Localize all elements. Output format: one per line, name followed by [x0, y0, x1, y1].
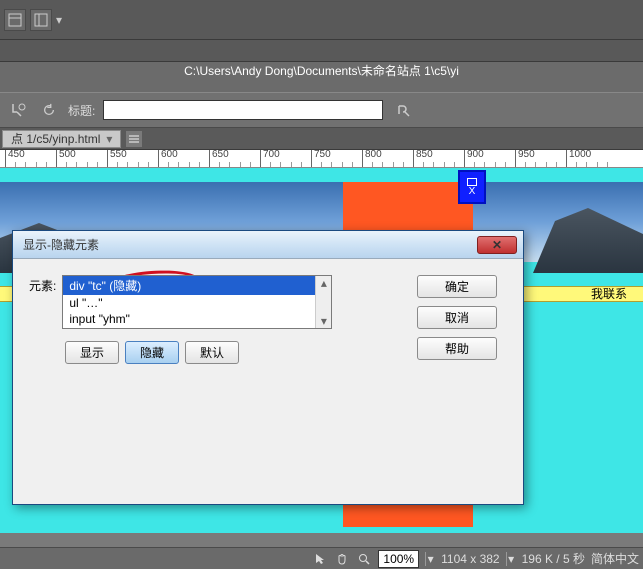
dims-dropdown-icon[interactable]: ▾ — [506, 552, 516, 566]
inspect-icon[interactable] — [8, 99, 30, 121]
contact-link[interactable]: 我联系 — [591, 286, 627, 302]
list-item[interactable]: input "yhm" — [63, 311, 331, 327]
tab-list-icon[interactable] — [125, 130, 143, 148]
layout-button-1[interactable] — [4, 9, 26, 31]
ok-button[interactable]: 确定 — [417, 275, 497, 298]
top-toolbar: ▾ — [0, 0, 643, 40]
scroll-down-icon[interactable]: ▾ — [316, 314, 331, 328]
close-icon: ✕ — [492, 238, 502, 252]
zoom-value[interactable]: 100% — [378, 550, 419, 568]
show-hide-dialog: 显示-隐藏元素 ✕ 元素: div "tc" (隐藏) ul "…" input… — [12, 230, 524, 505]
list-item[interactable]: input "mima" — [63, 327, 331, 329]
title-search-icon[interactable] — [395, 102, 411, 118]
horizontal-ruler: 4505005506006507007508008509009501000 — [0, 150, 643, 168]
title-input[interactable] — [103, 100, 383, 120]
dialog-title-text: 显示-隐藏元素 — [23, 236, 99, 253]
listbox-scrollbar[interactable]: ▴ ▾ — [315, 276, 331, 328]
scroll-up-icon[interactable]: ▴ — [316, 276, 331, 290]
pointer-icon[interactable] — [312, 551, 328, 567]
default-button[interactable]: 默认 — [185, 341, 239, 364]
ruler-tick: 1000 — [566, 150, 591, 168]
title-label: 标题: — [68, 102, 95, 119]
marker-x: X — [469, 188, 476, 196]
bottom-panel — [0, 533, 643, 547]
title-toolbar: 标题: — [0, 92, 643, 128]
tab-dropdown-icon[interactable]: ▾ — [106, 132, 112, 146]
file-path: C:\Users\Andy Dong\Documents\未命名站点 1\c5\… — [0, 62, 643, 80]
element-listbox[interactable]: div "tc" (隐藏) ul "…" input "yhm" input "… — [62, 275, 332, 329]
status-encoding: 简体中文 — [591, 550, 639, 567]
tab-bar: 点 1/c5/yinp.html ▾ — [0, 128, 643, 150]
zoom-icon[interactable] — [356, 551, 372, 567]
dialog-titlebar[interactable]: 显示-隐藏元素 ✕ — [13, 231, 523, 259]
refresh-icon[interactable] — [38, 99, 60, 121]
file-tab[interactable]: 点 1/c5/yinp.html ▾ — [2, 130, 121, 148]
status-bar: 100% ▾ 1104 x 382 ▾ 196 K / 5 秒 简体中文 — [0, 547, 643, 569]
element-marker[interactable]: X — [458, 170, 486, 204]
hide-button[interactable]: 隐藏 — [125, 341, 179, 364]
show-button[interactable]: 显示 — [65, 341, 119, 364]
close-button[interactable]: ✕ — [477, 236, 517, 254]
marker-box-icon — [467, 178, 477, 186]
status-size: 196 K / 5 秒 — [522, 550, 585, 567]
layout-button-2[interactable] — [30, 9, 52, 31]
list-item[interactable]: ul "…" — [63, 295, 331, 311]
status-dimensions: 1104 x 382 — [441, 552, 500, 566]
help-button[interactable]: 帮助 — [417, 337, 497, 360]
cancel-button[interactable]: 取消 — [417, 306, 497, 329]
hand-icon[interactable] — [334, 551, 350, 567]
zoom-dropdown-icon[interactable]: ▾ — [425, 552, 435, 566]
list-item[interactable]: div "tc" (隐藏) — [63, 276, 331, 295]
dropdown-arrow-icon[interactable]: ▾ — [56, 13, 62, 27]
element-label: 元素: — [29, 275, 56, 294]
